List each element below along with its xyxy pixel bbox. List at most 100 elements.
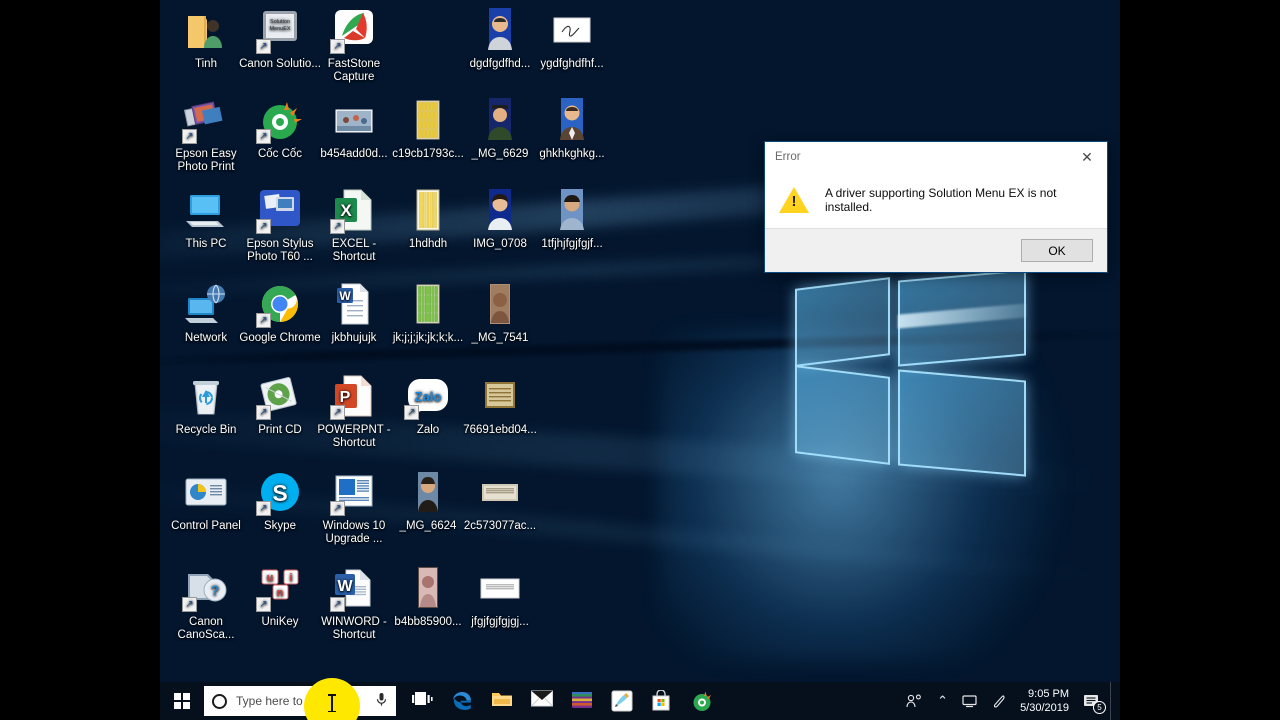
close-icon[interactable]: ✕: [1067, 143, 1107, 171]
clock[interactable]: 9:05 PM 5/30/2019: [1014, 682, 1079, 720]
desktop-icon-photo-beige-card[interactable]: 2c573077ac...: [458, 468, 542, 533]
shortcut-arrow-icon: [256, 501, 271, 516]
dialog-titlebar[interactable]: Error ✕: [765, 142, 1107, 172]
svg-text:?: ?: [211, 582, 220, 598]
desktop-icon-label: Google Chrome: [239, 332, 321, 344]
desktop-icon-photo-boy[interactable]: 1tfjhjfgjfgjf...: [530, 186, 614, 251]
svg-text:W: W: [339, 289, 351, 303]
desktop-icon-control-panel[interactable]: Control Panel: [164, 468, 248, 533]
desktop-icon-powerpoint[interactable]: P POWERPNT - Shortcut: [312, 372, 396, 450]
shortcut-arrow-icon: [330, 219, 345, 234]
word-icon: W: [330, 564, 378, 612]
show-hidden-icons-chevron[interactable]: ⌃: [930, 682, 955, 720]
microphone-icon[interactable]: [375, 692, 388, 710]
desktop-icon-skype[interactable]: S Skype: [238, 468, 322, 533]
print-cd-icon: [256, 372, 304, 420]
network-icon[interactable]: [955, 682, 985, 720]
desktop-icon-photo-brown-card[interactable]: 76691ebd04...: [458, 372, 542, 437]
desktop-icon-epson-stylus[interactable]: Epson Stylus Photo T60 ...: [238, 186, 322, 264]
people-icon[interactable]: [899, 682, 930, 720]
photo-white-card-icon: [476, 564, 524, 612]
start-button[interactable]: [160, 682, 204, 720]
dialog-message: A driver supporting Solution Menu EX is …: [825, 186, 1057, 214]
photo-woman-blue-icon: [476, 186, 524, 234]
desktop-icon-print-cd[interactable]: Print CD: [238, 372, 322, 437]
error-dialog[interactable]: Error ✕ ! A driver supporting Solution M…: [764, 141, 1108, 273]
svg-text:i: i: [289, 572, 292, 584]
desktop-icon-label: Epson Stylus Photo T60 ...: [246, 238, 314, 263]
desktop-icon-label: This PC: [185, 238, 227, 250]
desktop-icon-grid: Tinh SolutionMenuEX Canon Solutio... FastSt…: [160, 0, 1120, 672]
dialog-title: Error: [775, 151, 801, 163]
winrar-icon: [571, 690, 593, 712]
photo-boy-icon: [548, 186, 596, 234]
coccoc-icon: [691, 690, 713, 712]
search-input[interactable]: Type here to search: [204, 686, 396, 716]
action-center-button[interactable]: 5: [1079, 682, 1110, 720]
desktop-icon-label: Epson Easy Photo Print: [175, 148, 237, 173]
shortcut-arrow-icon: [182, 129, 197, 144]
taskbar-file-explorer[interactable]: [482, 682, 522, 720]
file-explorer-icon: [491, 690, 513, 712]
desktop-icon-label: Network: [184, 332, 228, 344]
desktop-icon-photo-signature[interactable]: ygdfghdfhf...: [530, 6, 614, 71]
desktop-icon-epson-photo-print[interactable]: Epson Easy Photo Print: [164, 96, 248, 174]
desktop-icon-google-chrome[interactable]: Google Chrome: [238, 280, 322, 345]
taskbar-winrar[interactable]: [562, 682, 602, 720]
desktop-icon-photo-man-suit[interactable]: ghkhkghkg...: [530, 96, 614, 161]
desktop-icon-photo-sepia[interactable]: _MG_7541: [458, 280, 542, 345]
taskbar-microsoft-store[interactable]: [642, 682, 682, 720]
taskbar-microsoft-edge[interactable]: [442, 682, 482, 720]
desktop-icon-label: ghkhkghkg...: [539, 148, 605, 160]
desktop-icon-this-pc[interactable]: This PC: [164, 186, 248, 251]
desktop-icon-label: WINWORD - Shortcut: [321, 616, 387, 641]
taskbar-mail[interactable]: [522, 682, 562, 720]
taskbar[interactable]: Type here to search ⌃ 9:05 PM 5/30/2019 …: [160, 678, 1120, 720]
notification-badge: 5: [1093, 701, 1106, 714]
photo-group-icon: [330, 96, 378, 144]
taskbar-task-view[interactable]: [402, 682, 442, 720]
desktop-icon-label: ygdfghdfhf...: [540, 58, 604, 70]
desktop-icon-label: jfgjfgjfgjgj...: [471, 616, 529, 628]
desktop-icon-label: b454add0d...: [320, 148, 388, 160]
photo-man-blue-icon: [476, 6, 524, 54]
desktop-icon-coccoc-browser[interactable]: Cốc Cốc: [238, 96, 322, 161]
desktop-icon-network[interactable]: Network: [164, 280, 248, 345]
pen-icon[interactable]: [985, 682, 1014, 720]
desktop-icon-label: 2c573077ac...: [463, 520, 537, 532]
task-view-icon: [411, 690, 433, 712]
desktop-icon-unikey[interactable]: u in UniKey: [238, 564, 322, 629]
desktop-icon-label: Print CD: [258, 424, 302, 436]
windows-upgrade-icon: [330, 468, 378, 516]
svg-text:Zalo: Zalo: [415, 389, 442, 404]
desktop-icon-word[interactable]: W WINWORD - Shortcut: [312, 564, 396, 642]
desktop-icon-word-doc[interactable]: Wjkbhujujk: [312, 280, 396, 345]
desktop-icon-label: Control Panel: [171, 520, 241, 532]
taskbar-paint-3d[interactable]: [602, 682, 642, 720]
canon-solution-menu-icon: Solution MenuEX: [256, 6, 304, 54]
desktop[interactable]: Tinh SolutionMenuEX Canon Solutio... FastSt…: [160, 0, 1120, 720]
taskbar-coccoc[interactable]: [682, 682, 722, 720]
desktop-icon-recycle-bin[interactable]: Recycle Bin: [164, 372, 248, 437]
warning-exclamation: !: [791, 193, 797, 210]
desktop-icon-excel[interactable]: X EXCEL - Shortcut: [312, 186, 396, 264]
this-pc-icon: [182, 186, 230, 234]
network-icon: [182, 280, 230, 328]
desktop-icon-photo-group[interactable]: b454add0d...: [312, 96, 396, 161]
show-desktop-button[interactable]: [1110, 682, 1116, 720]
desktop-icon-windows-upgrade[interactable]: Windows 10 Upgrade ...: [312, 468, 396, 546]
photo-officer-icon: [476, 96, 524, 144]
svg-text:X: X: [340, 201, 352, 220]
desktop-icon-faststone-capture[interactable]: FastStone Capture: [312, 6, 396, 84]
desktop-icon-photo-white-card[interactable]: jfgjfgjfgjgj...: [458, 564, 542, 629]
ok-button[interactable]: OK: [1021, 239, 1093, 262]
skype-icon: S: [256, 468, 304, 516]
desktop-icon-folder-user[interactable]: Tinh: [164, 6, 248, 71]
desktop-icon-label: _MG_7541: [471, 332, 529, 344]
desktop-icon-canon-solution-menu[interactable]: SolutionMenuEX Canon Solutio...: [238, 6, 322, 71]
svg-text:P: P: [340, 389, 351, 406]
desktop-icon-canon-canoscan[interactable]: ? Canon CanoSca...: [164, 564, 248, 642]
control-panel-icon: [182, 468, 230, 516]
shortcut-arrow-icon: [256, 313, 271, 328]
photo-yellow-grid-icon: [404, 96, 452, 144]
